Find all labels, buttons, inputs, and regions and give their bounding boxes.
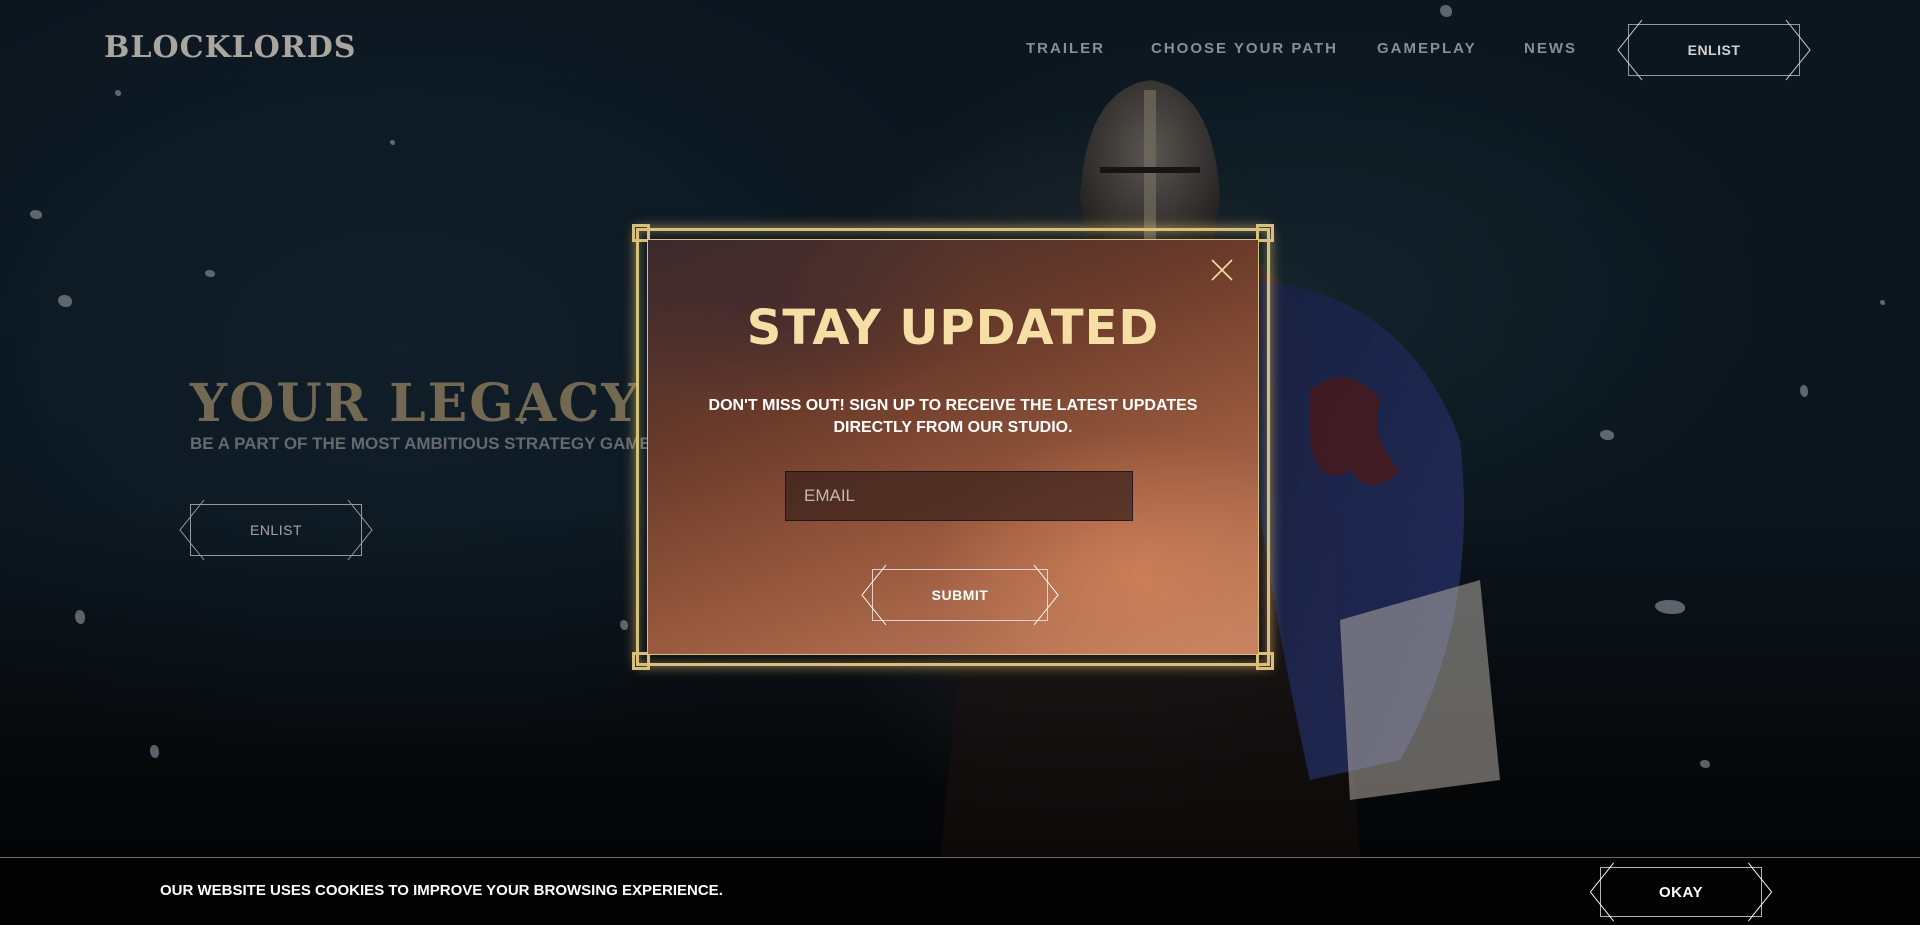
cookie-okay-label: OKAY bbox=[1659, 883, 1703, 901]
newsletter-modal: STAY UPDATED DON'T MISS OUT! SIGN UP TO … bbox=[632, 224, 1274, 670]
modal-description-line: DON'T MISS OUT! SIGN UP TO RECEIVE THE L… bbox=[708, 397, 1198, 414]
frame-chevron-left-icon bbox=[1589, 862, 1614, 922]
close-icon[interactable] bbox=[1210, 258, 1234, 282]
cookie-banner: OUR WEBSITE USES COOKIES TO IMPROVE YOUR… bbox=[0, 857, 1920, 925]
frame-chevron-left-icon bbox=[861, 564, 887, 626]
frame-chevron-right-icon bbox=[1033, 564, 1059, 626]
email-input[interactable] bbox=[785, 471, 1133, 521]
submit-button[interactable]: SUBMIT bbox=[861, 564, 1059, 626]
cookie-okay-button[interactable]: OKAY bbox=[1589, 862, 1773, 922]
cookie-message: OUR WEBSITE USES COOKIES TO IMPROVE YOUR… bbox=[160, 882, 723, 899]
modal-title: STAY UPDATED bbox=[746, 300, 1160, 356]
modal-description: DON'T MISS OUT! SIGN UP TO RECEIVE THE L… bbox=[696, 395, 1210, 439]
modal-description-line: DIRECTLY FROM OUR STUDIO. bbox=[833, 419, 1073, 436]
submit-label: SUBMIT bbox=[931, 587, 989, 603]
frame-chevron-right-icon bbox=[1748, 862, 1773, 922]
